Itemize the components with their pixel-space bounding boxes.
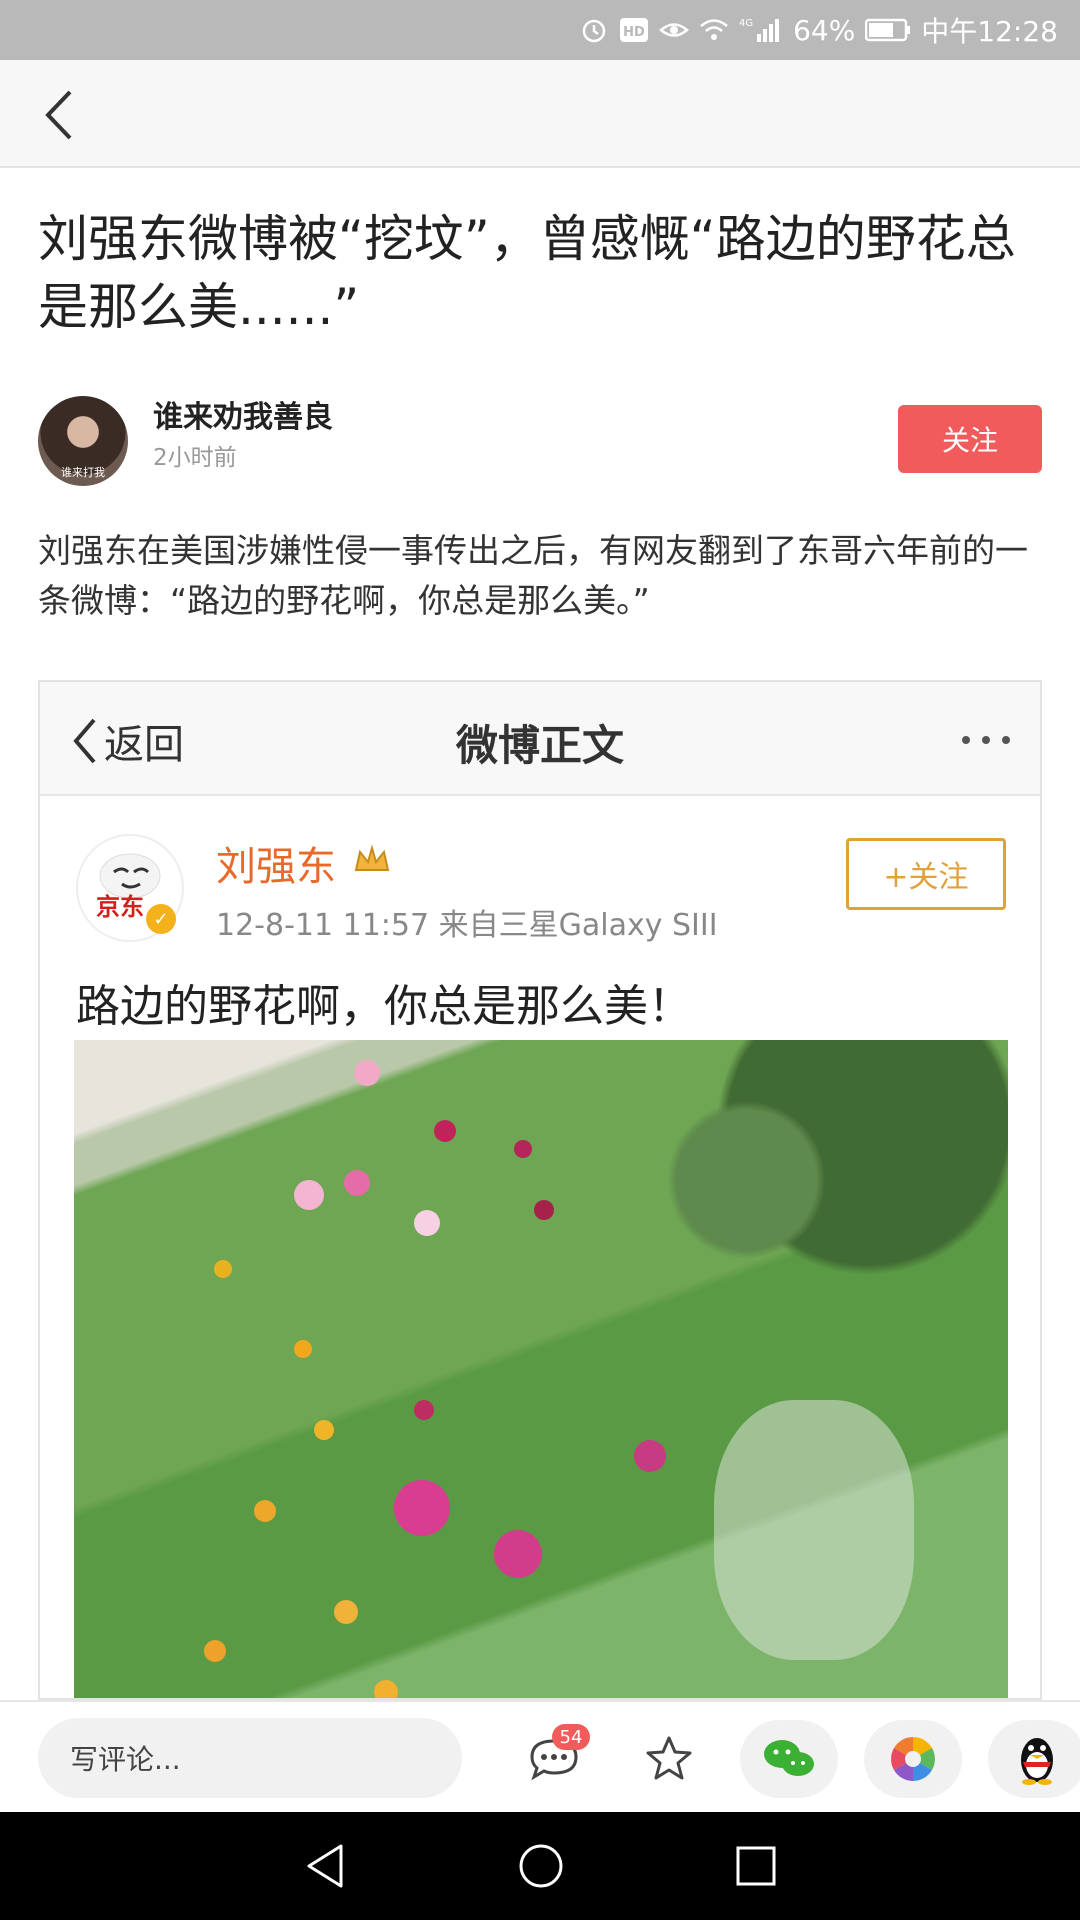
article-body: 刘强东在美国涉嫌性侵一事传出之后，有网友翻到了东哥六年前的一条微博：“路边的野花… (38, 531, 1028, 620)
flower-pink (414, 1210, 440, 1236)
article-title: 刘强东微博被“挖坟”，曾感慨“路边的野花总是那么美......” (38, 210, 1016, 336)
crown-icon (354, 844, 390, 871)
weibo-nav: 返回 微博正文 (40, 682, 1040, 796)
flower-pink (344, 1170, 370, 1196)
weibo-title: 微博正文 (455, 721, 624, 770)
nav-back-icon[interactable] (303, 1842, 347, 1890)
moments-aperture-icon (891, 1737, 935, 1781)
flower-pink (434, 1120, 456, 1142)
share-wechat-button[interactable] (740, 1720, 838, 1798)
flower-pink (534, 1200, 554, 1220)
wechat-icon (764, 1740, 814, 1776)
avatar-caption: 谁来打我 (61, 466, 105, 479)
favorite-button[interactable] (620, 1720, 718, 1798)
share-moments-button[interactable] (864, 1720, 962, 1798)
bottom-action-bar: 写评论... 54 (0, 1700, 1080, 1812)
battery-icon (865, 15, 911, 45)
share-qq-button[interactable] (988, 1720, 1080, 1798)
nav-recents-icon[interactable] (735, 1845, 777, 1887)
weibo-user-name: 刘强东 (216, 844, 336, 890)
flower-yellow (254, 1500, 276, 1522)
weibo-post-text: 路边的野花啊，你总是那么美！ (76, 981, 692, 1032)
comment-count-badge: 54 (552, 1724, 590, 1750)
flower-yellow (204, 1640, 226, 1662)
weibo-avatar: 京东 ✓ (76, 834, 184, 942)
flower-white (714, 1400, 914, 1660)
qq-penguin-icon (1021, 1738, 1053, 1785)
author-avatar[interactable]: 谁来打我 (38, 396, 128, 486)
verified-badge-icon: ✓ (146, 904, 176, 934)
flower-pink (414, 1400, 434, 1420)
wifi-icon (699, 15, 729, 45)
flower-yellow (374, 1680, 398, 1698)
comment-input[interactable]: 写评论... (38, 1718, 462, 1798)
svg-text:4G: 4G (739, 18, 753, 29)
flower-pink (634, 1440, 666, 1472)
alarm-icon (579, 15, 609, 45)
flower-pink (514, 1140, 532, 1158)
flower-yellow (334, 1600, 358, 1624)
weibo-meta: 12-8-11 11:57 来自三星Galaxy SIII (216, 908, 718, 943)
system-nav-bar (0, 1812, 1080, 1920)
flower-pink (354, 1060, 380, 1086)
back-button[interactable] (40, 88, 80, 142)
clock: 中午12:28 (921, 15, 1058, 48)
flower-pink (294, 1180, 324, 1210)
embedded-weibo-screenshot[interactable]: 返回 微博正文 京东 ✓ 刘强东 12-8-11 11:57 来自三星Galax… (38, 680, 1042, 1700)
follow-button[interactable]: 关注 (898, 405, 1042, 473)
star-icon (646, 1736, 692, 1780)
post-time: 2小时前 (153, 445, 237, 471)
top-nav (0, 60, 1080, 168)
weibo-follow-button: +关注 (846, 838, 1006, 910)
flower-yellow (314, 1420, 334, 1440)
flower-yellow (294, 1340, 312, 1358)
chevron-left-icon (45, 90, 72, 140)
flower-yellow (214, 1260, 232, 1278)
weibo-avatar-logo: 京东 (96, 893, 144, 921)
flower-pink (394, 1480, 450, 1536)
flower-photo (74, 1040, 1008, 1698)
svg-text:HD: HD (623, 25, 645, 40)
nav-home-icon[interactable] (517, 1842, 565, 1890)
more-icon (962, 736, 1010, 744)
status-bar: HD 4G 64% 中午12:28 (0, 0, 1080, 60)
hd-icon: HD (619, 15, 649, 45)
battery-percent: 64% (793, 13, 856, 47)
author-name[interactable]: 谁来劝我善良 (153, 392, 333, 436)
eye-icon (659, 15, 689, 45)
signal-icon: 4G (739, 15, 783, 45)
flower-pink (494, 1530, 542, 1578)
